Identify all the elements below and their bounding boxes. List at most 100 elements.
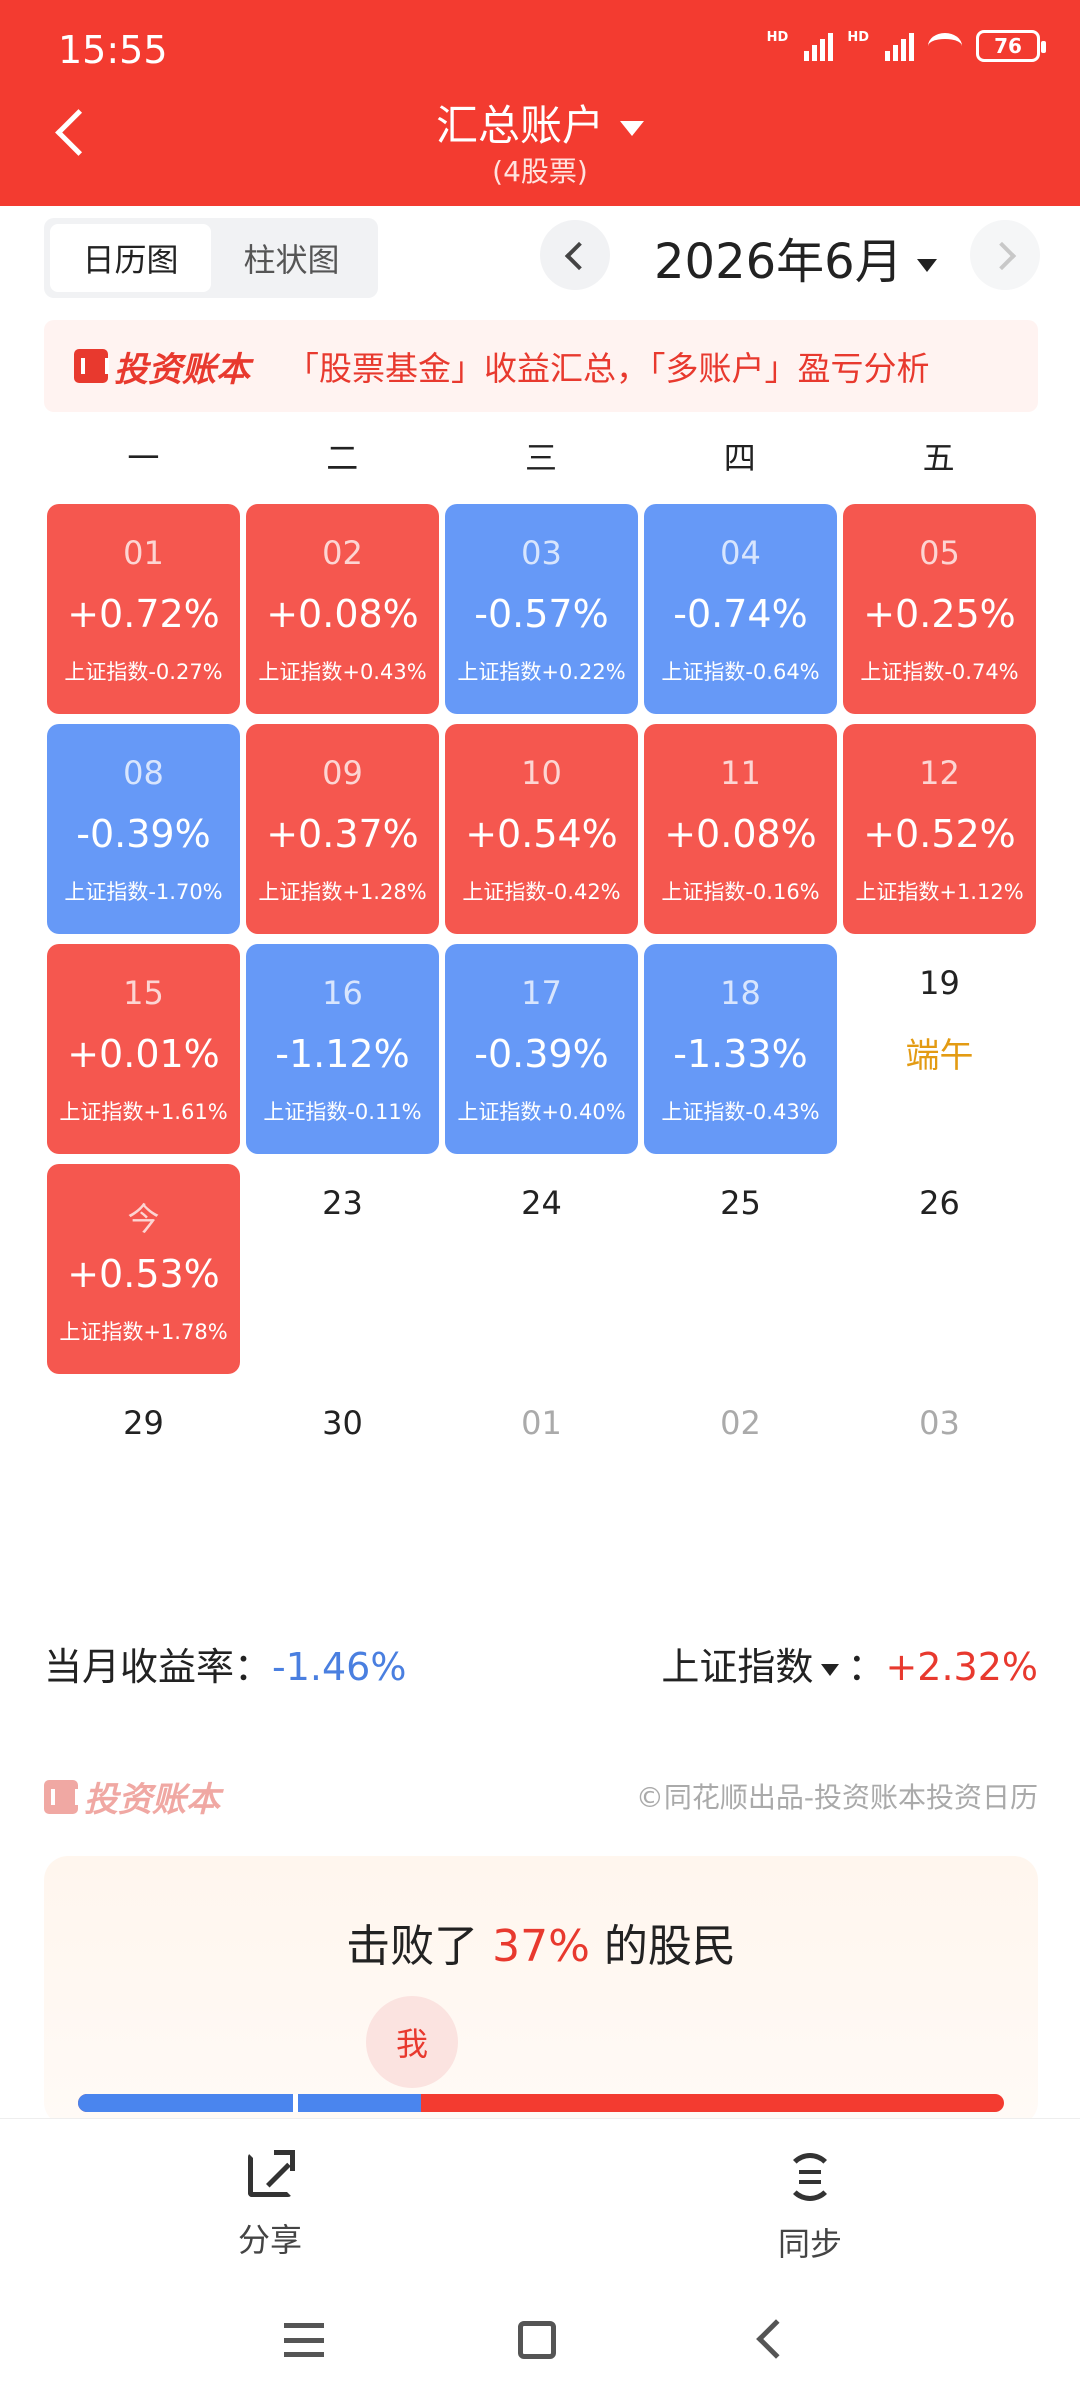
calendar-day-cell[interactable]: 23: [246, 1164, 439, 1244]
calendar-day-cell[interactable]: 01: [445, 1384, 638, 1464]
calendar-day-cell[interactable]: 02 +0.08% 上证指数+0.43%: [246, 504, 439, 714]
day-return: -0.74%: [673, 592, 808, 636]
day-number: 12: [919, 754, 960, 792]
calendar-day-cell[interactable]: 10 +0.54% 上证指数-0.42%: [445, 724, 638, 934]
day-number: 30: [322, 1404, 363, 1442]
signal-icon: [804, 31, 834, 61]
day-return: -0.39%: [76, 812, 211, 856]
day-return: +0.54%: [465, 812, 618, 856]
day-index-return: 上证指数-0.11%: [263, 1100, 422, 1124]
ranking-text: 击败了 37% 的股民: [44, 1910, 1038, 1974]
prev-month-button[interactable]: [540, 220, 610, 290]
system-back-icon[interactable]: [756, 2319, 796, 2359]
view-toggle: 日历图 柱状图: [44, 218, 378, 298]
day-return: +0.37%: [266, 812, 419, 856]
day-index-return: 上证指数-0.42%: [462, 880, 621, 904]
calendar-day-cell[interactable]: 30: [246, 1384, 439, 1464]
day-index-return: 上证指数-0.43%: [661, 1100, 820, 1124]
day-number: 19: [919, 964, 960, 1002]
day-return: -1.12%: [275, 1032, 410, 1076]
calendar-day-cell[interactable]: 17 -0.39% 上证指数+0.40%: [445, 944, 638, 1154]
day-number: 15: [123, 974, 164, 1012]
calendar-day-cell[interactable]: 19 端午: [843, 944, 1036, 1084]
day-return: -1.33%: [673, 1032, 808, 1076]
calendar-day-cell[interactable]: 18 -1.33% 上证指数-0.43%: [644, 944, 837, 1154]
sync-button[interactable]: 同步: [710, 2153, 910, 2265]
day-index-return: 上证指数+0.22%: [457, 660, 626, 684]
calendar-day-cell[interactable]: 24: [445, 1164, 638, 1244]
calendar-day-cell[interactable]: 25: [644, 1164, 837, 1244]
menu-icon[interactable]: [284, 2323, 324, 2357]
calendar-day-cell[interactable]: 08 -0.39% 上证指数-1.70%: [47, 724, 240, 934]
calendar-day-cell[interactable]: 16 -1.12% 上证指数-0.11%: [246, 944, 439, 1154]
calendar-day-cell[interactable]: 今 +0.53% 上证指数+1.78%: [47, 1164, 240, 1374]
promo-banner[interactable]: 投资账本 「股票基金」收益汇总，「多账户」盈亏分析: [44, 320, 1038, 412]
footer-logo: 投资账本: [44, 1772, 220, 1821]
day-number: 05: [919, 534, 960, 572]
share-button[interactable]: 分享: [170, 2150, 370, 2261]
me-marker: 我: [366, 1996, 458, 2088]
day-number: 01: [123, 534, 164, 572]
day-return: +0.08%: [664, 812, 817, 856]
sync-icon: [786, 2153, 834, 2201]
calendar-day-cell[interactable]: 03: [843, 1384, 1036, 1464]
day-number: 17: [521, 974, 562, 1012]
day-number: 24: [521, 1184, 562, 1222]
calendar-day-cell[interactable]: 15 +0.01% 上证指数+1.61%: [47, 944, 240, 1154]
day-number: 25: [720, 1184, 761, 1222]
day-index-return: 上证指数+1.61%: [59, 1100, 228, 1124]
ranking-suffix: 的股民: [603, 1921, 736, 1972]
weekday-header: 一 二 三 四 五: [44, 428, 1038, 488]
caret-down-icon: [916, 258, 937, 272]
weekday-label: 三: [524, 439, 557, 477]
index-value: +2.32%: [885, 1645, 1038, 1689]
day-index-return: 上证指数+0.43%: [258, 660, 427, 684]
calendar-day-cell[interactable]: 05 +0.25% 上证指数-0.74%: [843, 504, 1036, 714]
tab-bar-chart[interactable]: 柱状图: [211, 224, 372, 292]
month-summary: 当月收益率：-1.46% 上证指数 ：+2.32%: [44, 1636, 1038, 1696]
home-icon[interactable]: [518, 2321, 556, 2359]
month-return-label: 当月收益率：: [44, 1645, 273, 1689]
weekday-label: 五: [922, 439, 955, 477]
ledger-logo-icon: [44, 1779, 79, 1814]
caret-down-icon: [821, 1663, 840, 1676]
tab-calendar[interactable]: 日历图: [50, 224, 211, 292]
ledger-logo-icon: [74, 349, 109, 383]
calendar-day-cell[interactable]: 26: [843, 1164, 1036, 1244]
day-number: 18: [720, 974, 761, 1012]
month-label: 2026年6月: [654, 234, 903, 290]
calendar-day-cell[interactable]: 01 +0.72% 上证指数-0.27%: [47, 504, 240, 714]
day-index-return: 上证指数-0.74%: [860, 660, 1019, 684]
day-number: 今: [127, 1200, 160, 1238]
calendar-day-cell[interactable]: 29: [47, 1384, 240, 1464]
day-index-return: 上证指数-0.16%: [661, 880, 820, 904]
month-selector[interactable]: 2026年6月: [654, 222, 937, 292]
share-icon: [248, 2150, 295, 2197]
calendar-day-cell[interactable]: 04 -0.74% 上证指数-0.64%: [644, 504, 837, 714]
day-index-return: 上证指数+1.28%: [258, 880, 427, 904]
index-return[interactable]: 上证指数 ：+2.32%: [661, 1636, 1038, 1691]
day-index-return: 上证指数+1.12%: [855, 880, 1024, 904]
weekday-label: 二: [326, 439, 359, 477]
status-icons: HD HD 76: [767, 30, 1046, 62]
calendar-day-cell[interactable]: 12 +0.52% 上证指数+1.12%: [843, 724, 1036, 934]
day-number: 02: [322, 534, 363, 572]
day-index-return: 上证指数+0.40%: [457, 1100, 626, 1124]
day-index-return: 上证指数-1.70%: [64, 880, 223, 904]
next-month-button[interactable]: [970, 220, 1040, 290]
day-number: 10: [521, 754, 562, 792]
status-time: 15:55: [58, 28, 168, 72]
caret-down-icon: [620, 121, 644, 136]
calendar-day-cell[interactable]: 11 +0.08% 上证指数-0.16%: [644, 724, 837, 934]
credit-text: ©同花顺出品-投资账本投资日历: [635, 1781, 1038, 1814]
day-return: +0.25%: [863, 592, 1016, 636]
account-title: 汇总账户: [435, 101, 604, 150]
holiday-label: 端午: [905, 1036, 974, 1076]
calendar-day-cell[interactable]: 02: [644, 1384, 837, 1464]
index-label: 上证指数: [661, 1645, 814, 1689]
calendar-day-cell[interactable]: 03 -0.57% 上证指数+0.22%: [445, 504, 638, 714]
account-selector[interactable]: 汇总账户: [0, 92, 1080, 153]
day-number: 23: [322, 1184, 363, 1222]
day-return: +0.72%: [67, 592, 220, 636]
calendar-day-cell[interactable]: 09 +0.37% 上证指数+1.28%: [246, 724, 439, 934]
